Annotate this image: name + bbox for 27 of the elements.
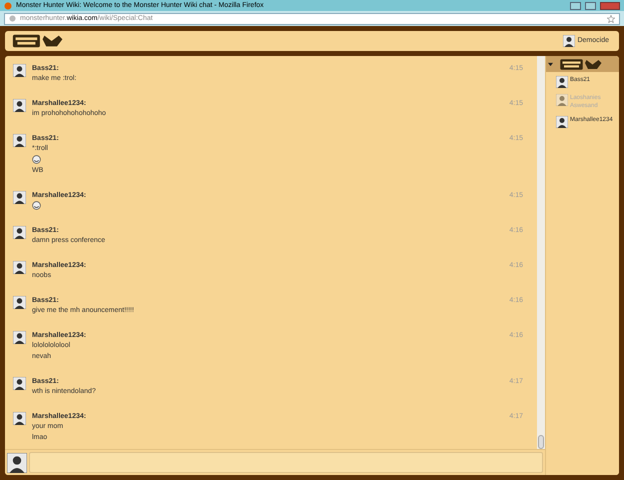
emoticon-icon [32,155,41,164]
avatar-icon [13,331,26,344]
avatar-icon [556,76,568,88]
avatar-icon [13,377,26,390]
avatar-icon [556,116,568,128]
avatar-icon [13,191,26,204]
caret-icon[interactable] [548,62,553,66]
avatar-icon [13,134,26,147]
scrollbar[interactable] [537,56,545,449]
avatar-icon [556,94,568,106]
globe-icon [9,15,16,22]
star-icon [607,14,615,22]
emoticon-icon [32,201,41,210]
avatar-icon [13,296,26,309]
avatar-icon [7,452,27,472]
avatar-icon [13,412,26,425]
minimize-button[interactable] [570,2,581,10]
maximize-button[interactable] [585,2,596,10]
avatar-icon [563,35,576,47]
user-list-header[interactable] [546,56,619,72]
avatar-icon [13,64,26,77]
avatar-icon [13,99,26,112]
avatar-icon [13,261,26,274]
message-input[interactable] [29,452,543,473]
close-button[interactable] [600,2,620,10]
browser-icon [4,2,12,10]
avatar-icon [13,226,26,239]
